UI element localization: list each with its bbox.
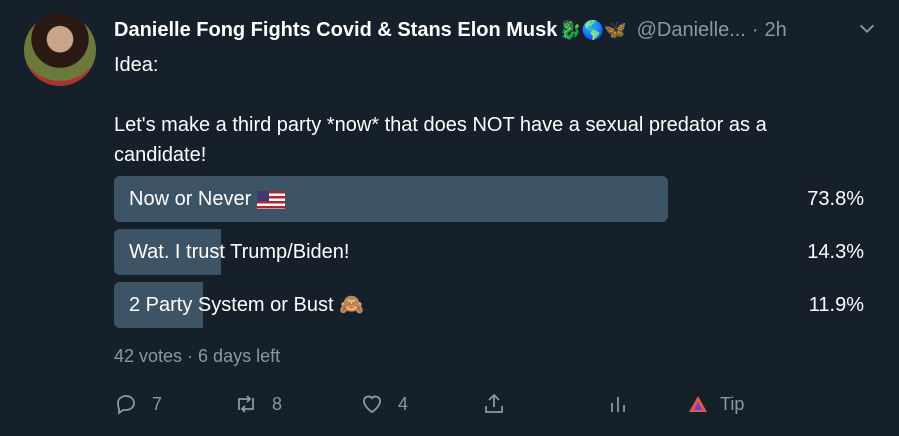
poll: Now or Never 73.8% Wat. I trust Trump/Bi… xyxy=(114,176,864,335)
like-button[interactable]: 4 xyxy=(360,389,408,419)
heart-icon xyxy=(363,395,381,414)
tweet-header: Danielle Fong Fights Covid & Stans Elon … xyxy=(114,16,884,44)
analytics-icon xyxy=(611,397,625,412)
chevron-down-icon[interactable] xyxy=(856,18,878,40)
brave-triangle-icon xyxy=(689,396,707,412)
tweet-time[interactable]: 2h xyxy=(765,19,787,42)
poll-option-percent: 11.9% xyxy=(808,294,864,316)
tweet-actions: 7 8 4 Tip xyxy=(114,389,874,419)
analytics-button[interactable] xyxy=(606,389,630,419)
poll-option: 2 Party System or Bust 🙈 11.9% xyxy=(114,282,864,328)
share-icon xyxy=(485,393,503,413)
like-count: 4 xyxy=(398,393,409,414)
retweet-icon xyxy=(238,395,254,413)
poll-meta: 42 votes · 6 days left xyxy=(114,346,281,366)
reply-count: 7 xyxy=(152,393,163,414)
reply-button[interactable]: 7 xyxy=(114,389,162,419)
share-button[interactable] xyxy=(482,389,506,419)
tip-button[interactable]: Tip xyxy=(686,389,744,419)
reply-icon xyxy=(117,395,135,415)
tweet-line-2: Let's make a third party *now* that does… xyxy=(114,114,767,166)
see-no-evil-monkey-icon: 🙈 xyxy=(339,294,364,316)
poll-option: Now or Never 73.8% xyxy=(114,176,864,222)
separator: · xyxy=(751,18,759,41)
poll-option: Wat. I trust Trump/Biden! 14.3% xyxy=(114,229,864,275)
poll-option-label: Wat. I trust Trump/Biden! xyxy=(129,241,350,263)
us-flag-icon xyxy=(257,190,286,209)
tip-label: Tip xyxy=(720,393,745,414)
retweet-button[interactable]: 8 xyxy=(234,389,282,419)
author-name[interactable]: Danielle Fong Fights Covid & Stans Elon … xyxy=(114,19,557,42)
tweet-line-1: Idea: xyxy=(114,54,159,76)
poll-option-percent: 73.8% xyxy=(807,188,864,210)
retweet-count: 8 xyxy=(272,393,283,414)
poll-option-label: 2 Party System or Bust 🙈 xyxy=(129,294,364,316)
tweet-text: Idea: Let's make a third party *now* tha… xyxy=(114,50,854,170)
author-handle[interactable]: @Danielle... xyxy=(637,19,746,42)
author-emojis: 🐉🌎🦋 xyxy=(559,19,627,40)
poll-option-label: Now or Never xyxy=(129,176,286,222)
poll-option-percent: 14.3% xyxy=(807,241,864,263)
avatar[interactable] xyxy=(24,14,96,86)
